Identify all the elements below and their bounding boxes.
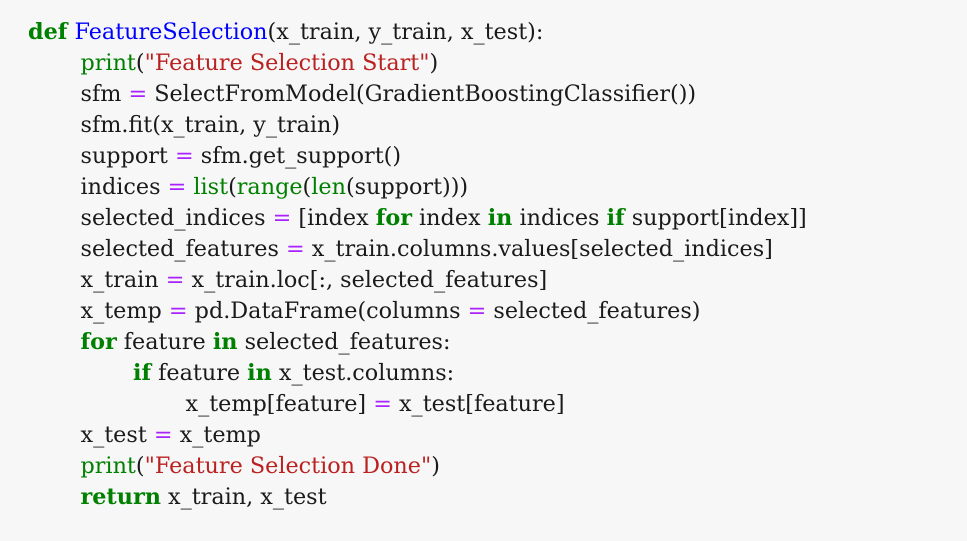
operator-token: =: [165, 267, 185, 293]
function-name-token: FeatureSelection: [74, 19, 268, 45]
code-token: (x_train, y_train, x_test):: [267, 19, 544, 45]
code-token: sfm.get_support(): [193, 143, 402, 169]
code-token: x_temp[feature]: [185, 391, 374, 417]
code-token: x_temp: [80, 298, 169, 324]
keyword-token: in: [247, 360, 272, 386]
code-token: (: [228, 174, 237, 200]
operator-token: =: [153, 422, 173, 448]
code-line: x_train = x_train.loc[:, selected_featur…: [81, 265, 548, 296]
keyword-token: return: [80, 484, 161, 510]
operator-token: =: [373, 391, 392, 417]
code-line: selected_features = x_train.columns.valu…: [81, 234, 773, 265]
code-token: SelectFromModel(GradientBoostingClassifi…: [147, 81, 697, 107]
code-line: sfm = SelectFromModel(GradientBoostingCl…: [81, 79, 697, 110]
code-token: support[index]]: [624, 205, 807, 231]
keyword-token: if: [133, 360, 152, 386]
string-token: "Feature Selection Start": [144, 50, 430, 76]
code-token: (: [135, 50, 145, 76]
operator-token: =: [467, 298, 487, 324]
code-token: selected_features: [80, 236, 286, 262]
code-token: x_test: [80, 422, 154, 448]
code-token: feature: [151, 360, 248, 386]
code-line: if feature in x_test.columns:: [133, 358, 454, 389]
operator-token: =: [167, 174, 187, 200]
code-line: print("Feature Selection Start"): [81, 48, 439, 79]
builtin-token: list: [193, 174, 229, 200]
builtin-token: len: [311, 174, 346, 200]
code-line: x_temp = pd.DataFrame(columns = selected…: [81, 296, 701, 327]
code-token: x_test.columns:: [271, 360, 455, 386]
code-token: x_temp: [172, 422, 261, 448]
code-line: indices = list(range(len(support))): [81, 172, 469, 203]
code-token: support: [80, 143, 175, 169]
builtin-token: print: [80, 453, 136, 479]
code-token: (: [302, 174, 312, 200]
code-token: ): [431, 453, 440, 479]
code-token: indices: [80, 174, 168, 200]
code-token: x_train.loc[:, selected_features]: [184, 267, 548, 293]
string-token: "Feature Selection Done": [144, 453, 432, 479]
code-line: return x_train, x_test: [81, 482, 327, 513]
keyword-token: def: [28, 19, 68, 45]
keyword-token: if: [606, 205, 625, 231]
code-token: x_train: [80, 267, 166, 293]
code-token: (: [135, 453, 145, 479]
code-line: print("Feature Selection Done"): [81, 451, 440, 482]
code-token: sfm: [80, 81, 129, 107]
code-token: x_train.columns.values[selected_indices]: [304, 236, 773, 262]
code-line: x_test = x_temp: [81, 420, 261, 451]
code-line: selected_indices = [index for index in i…: [81, 203, 807, 234]
keyword-token: in: [212, 329, 238, 355]
keyword-token: for: [375, 205, 412, 231]
code-token: sfm.fit(x_train, y_train): [80, 112, 341, 138]
code-panel: def FeatureSelection(x_train, y_train, x…: [0, 0, 967, 541]
operator-token: =: [168, 298, 188, 324]
code-token: x_test[feature]: [391, 391, 565, 417]
code-line: def FeatureSelection(x_train, y_train, x…: [28, 17, 543, 48]
code-token: feature: [116, 329, 213, 355]
code-token: index: [411, 205, 488, 231]
code-token: selected_features:: [237, 329, 451, 355]
code-token: selected_features): [486, 298, 701, 324]
code-token: (support))): [345, 174, 469, 200]
operator-token: =: [174, 143, 194, 169]
builtin-token: print: [80, 50, 136, 76]
code-line: for feature in selected_features:: [81, 327, 451, 358]
code-token: [index: [291, 205, 376, 231]
builtin-token: range: [236, 174, 303, 200]
code-token: ): [429, 50, 439, 76]
code-token: x_train, x_test: [160, 484, 327, 510]
operator-token: =: [128, 81, 148, 107]
code-token: selected_indices: [80, 205, 273, 231]
code-line: sfm.fit(x_train, y_train): [81, 110, 341, 141]
code-line: support = sfm.get_support(): [81, 141, 402, 172]
code-token: indices: [512, 205, 607, 231]
operator-token: =: [285, 236, 305, 262]
code-token: pd.DataFrame(columns: [187, 298, 468, 324]
operator-token: =: [272, 205, 292, 231]
keyword-token: in: [487, 205, 513, 231]
keyword-token: for: [80, 329, 117, 355]
code-line: x_temp[feature] = x_test[feature]: [186, 389, 565, 420]
